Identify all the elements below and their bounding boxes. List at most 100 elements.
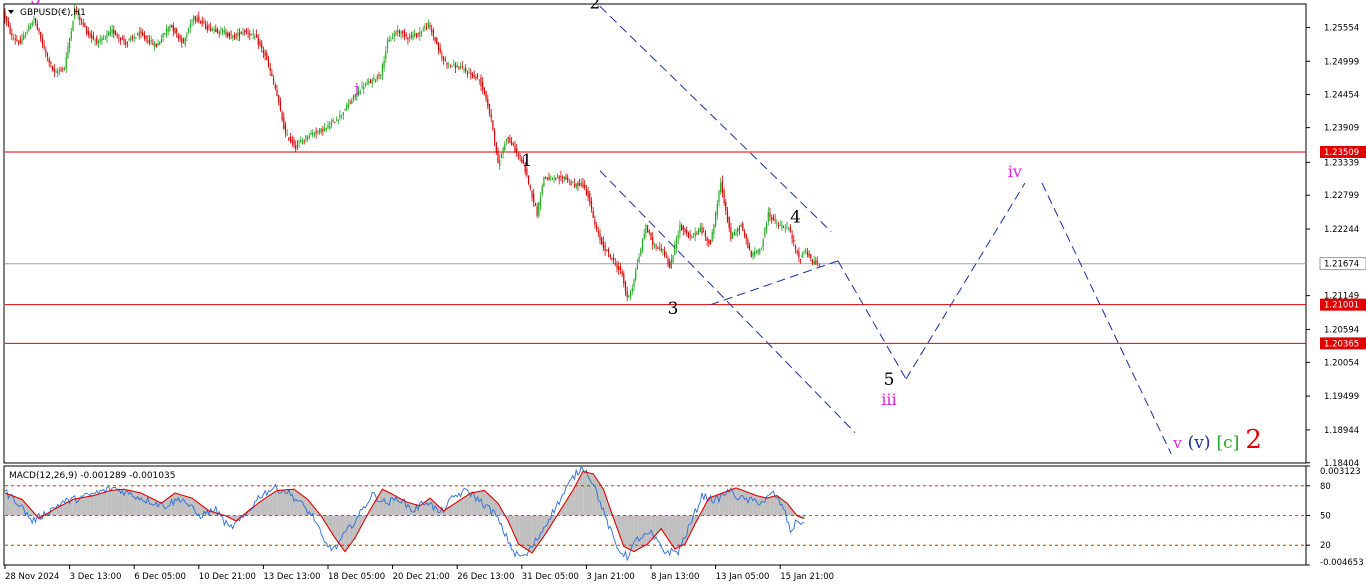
macd-histogram-bar bbox=[14, 496, 17, 516]
candle-bear bbox=[92, 36, 94, 39]
candle-bull bbox=[154, 43, 156, 46]
macd-histogram-bar bbox=[621, 515, 623, 542]
candle-bear bbox=[798, 251, 800, 258]
candle-bear bbox=[84, 23, 86, 27]
candle-bull bbox=[133, 37, 135, 39]
candle-bear bbox=[487, 99, 489, 107]
candle-bear bbox=[176, 29, 178, 33]
macd-histogram-bar bbox=[587, 472, 589, 516]
candle-bull bbox=[427, 22, 429, 28]
macd-histogram-bar bbox=[658, 515, 661, 531]
macd-histogram-bar bbox=[262, 499, 265, 516]
candle-bear bbox=[509, 138, 511, 143]
candle-bear bbox=[800, 258, 802, 260]
candle-bear bbox=[601, 237, 603, 245]
candle-bear bbox=[227, 33, 229, 37]
candle-bear bbox=[730, 227, 732, 239]
macd-histogram-bar bbox=[774, 495, 776, 516]
candle-bear bbox=[48, 59, 50, 63]
macd-histogram-bar bbox=[709, 497, 712, 516]
candle-bear bbox=[4, 11, 6, 19]
candle-bear bbox=[86, 26, 88, 34]
macd-histogram-bar bbox=[672, 515, 674, 547]
macd-histogram-bar bbox=[485, 492, 487, 516]
macd-histogram-bar bbox=[753, 494, 756, 516]
candle-bear bbox=[483, 87, 485, 95]
chart[interactable]: i512345iiiiv v(v)[c]2 1.255541.249991.24… bbox=[0, 0, 1366, 588]
macd-histogram-bar bbox=[301, 495, 304, 516]
macd-histogram-bar bbox=[271, 493, 273, 516]
candle-bear bbox=[429, 25, 431, 28]
candle-bear bbox=[142, 32, 144, 36]
candle-bear bbox=[201, 20, 203, 24]
macd-histogram-bar bbox=[21, 499, 23, 516]
macd-histogram-bar bbox=[254, 505, 256, 516]
macd-histogram-bar bbox=[458, 500, 460, 516]
macd-histogram-bar bbox=[70, 500, 73, 516]
macd-histogram-bar bbox=[184, 496, 187, 516]
wave-label: iv bbox=[1008, 162, 1022, 181]
candle-bull bbox=[191, 21, 193, 23]
candle-bull bbox=[505, 139, 508, 142]
candle-bull bbox=[757, 249, 759, 254]
candle-bear bbox=[470, 72, 472, 75]
macd-histogram-bar bbox=[111, 490, 113, 516]
candle-bull bbox=[237, 32, 239, 37]
candle-bull bbox=[628, 295, 630, 298]
macd-histogram-bar bbox=[660, 515, 663, 529]
candle-bull bbox=[223, 31, 225, 33]
candle-bear bbox=[560, 176, 562, 177]
candle-bear bbox=[284, 124, 287, 134]
macd-histogram-bar bbox=[174, 493, 176, 516]
candle-bull bbox=[420, 32, 423, 33]
candle-bull bbox=[376, 76, 378, 80]
candle-bear bbox=[315, 130, 317, 134]
candle-bull bbox=[186, 33, 188, 37]
candle-bear bbox=[441, 55, 443, 58]
candle-bear bbox=[279, 101, 281, 111]
candle-bull bbox=[692, 233, 695, 235]
price-axis-label: 1.22799 bbox=[1324, 191, 1359, 201]
candle-bear bbox=[533, 193, 535, 203]
candle-bull bbox=[786, 226, 788, 228]
macd-histogram-bar bbox=[447, 507, 450, 516]
candle-bull bbox=[184, 38, 186, 45]
candle-bear bbox=[271, 73, 273, 77]
macd-histogram-bar bbox=[459, 499, 462, 516]
candle-bear bbox=[592, 210, 594, 219]
candle-bull bbox=[359, 91, 361, 94]
macd-histogram-bar bbox=[63, 503, 66, 516]
candle-bear bbox=[203, 22, 205, 24]
candle-bear bbox=[378, 75, 380, 77]
macd-histogram-bar bbox=[466, 495, 469, 516]
candle-bear bbox=[344, 109, 346, 111]
candle-bear bbox=[196, 18, 198, 22]
candle-bear bbox=[147, 40, 149, 42]
macd-histogram-bar bbox=[337, 515, 340, 543]
candle-bear bbox=[369, 80, 372, 83]
candle-bear bbox=[174, 27, 176, 34]
macd-histogram-bar bbox=[340, 515, 343, 547]
candle-bear bbox=[742, 223, 744, 231]
macd-histogram-bar bbox=[73, 499, 76, 516]
macd-histogram-bar bbox=[112, 490, 115, 516]
macd-histogram-bar bbox=[585, 472, 588, 516]
candle-bear bbox=[123, 38, 125, 42]
candle-bull bbox=[72, 20, 74, 31]
candle-bull bbox=[220, 28, 222, 30]
macd-histogram-bar bbox=[4, 493, 6, 516]
candle-bull bbox=[160, 39, 162, 43]
candle-bear bbox=[199, 21, 202, 23]
candle-bull bbox=[330, 122, 332, 125]
macd-histogram-bar bbox=[639, 515, 642, 548]
candle-bear bbox=[415, 34, 417, 37]
macd-histogram-bar bbox=[646, 515, 649, 544]
candle-bear bbox=[473, 75, 475, 77]
candle-bull bbox=[250, 33, 253, 35]
candle-bear bbox=[548, 177, 550, 181]
macd-label: MACD(12,26,9) -0.001289 -0.001035 bbox=[9, 471, 175, 481]
candle-bear bbox=[570, 181, 572, 185]
candle-bear bbox=[194, 16, 196, 20]
macd-histogram-bar bbox=[298, 493, 300, 516]
candle-bear bbox=[266, 53, 268, 60]
